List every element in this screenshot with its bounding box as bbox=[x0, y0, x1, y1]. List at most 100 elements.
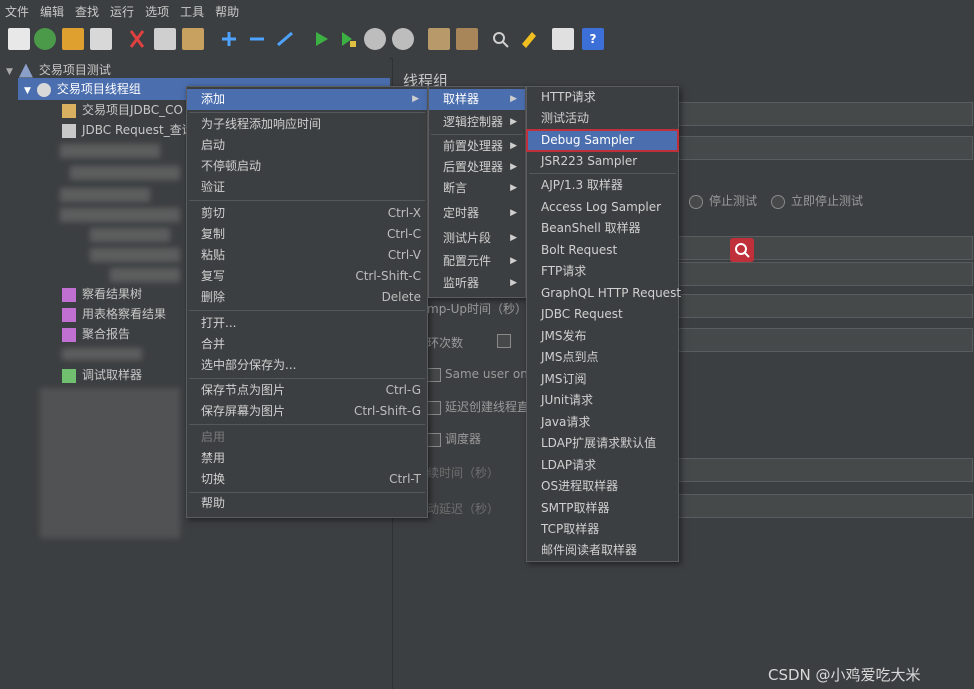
expand-icon[interactable] bbox=[218, 28, 240, 50]
toggle-icon[interactable] bbox=[274, 28, 296, 50]
comment-field[interactable] bbox=[673, 136, 973, 160]
add-submenu-item[interactable]: 配置元件 ▶ bbox=[429, 251, 525, 272]
context-menu-item[interactable]: 复制 Ctrl-C bbox=[187, 224, 427, 245]
blurred-node bbox=[90, 228, 170, 242]
field[interactable] bbox=[673, 294, 973, 318]
sampler-item[interactable]: Access Log Sampler bbox=[527, 197, 678, 218]
add-submenu-item-sampler[interactable]: 取样器 ▶ bbox=[429, 89, 525, 110]
sampler-item[interactable]: LDAP请求 bbox=[527, 455, 678, 476]
open-icon[interactable] bbox=[62, 28, 84, 50]
stop-icon[interactable] bbox=[364, 28, 386, 50]
context-menu-item[interactable]: 禁用 bbox=[187, 448, 427, 469]
clear-icon[interactable] bbox=[428, 28, 450, 50]
add-submenu-item[interactable]: 监听器 ▶ bbox=[429, 273, 525, 294]
templates-icon[interactable] bbox=[34, 28, 56, 50]
rampup-field[interactable] bbox=[673, 328, 973, 352]
sampler-item[interactable]: 测试活动 bbox=[527, 108, 678, 129]
context-menu-item[interactable]: 粘贴 Ctrl-V bbox=[187, 245, 427, 266]
tree-node-debug-sampler[interactable]: 调试取样器 bbox=[62, 365, 142, 385]
add-submenu-item[interactable]: 前置处理器 ▶ bbox=[429, 136, 525, 157]
same-user-checkbox[interactable]: Same user on e bbox=[427, 367, 539, 382]
sampler-item[interactable]: JMS订阅 bbox=[527, 369, 678, 390]
sampler-item[interactable]: 邮件阅读者取样器 bbox=[527, 540, 678, 561]
context-menu-item[interactable]: 切换 Ctrl-T bbox=[187, 469, 427, 490]
menu-search[interactable]: 查找 bbox=[70, 3, 105, 20]
context-menu-item[interactable]: 删除 Delete bbox=[187, 287, 427, 308]
scheduler-checkbox[interactable]: 调度器 bbox=[427, 430, 481, 447]
context-menu-item[interactable]: 为子线程添加响应时间 bbox=[187, 114, 427, 135]
context-menu-item[interactable]: 保存屏幕为图片 Ctrl-Shift-G bbox=[187, 401, 427, 422]
add-submenu-item[interactable]: 测试片段 ▶ bbox=[429, 228, 525, 249]
save-icon[interactable] bbox=[90, 28, 112, 50]
start-icon[interactable] bbox=[310, 28, 332, 50]
tree-node-aggregate-report[interactable]: 聚合报告 bbox=[62, 324, 130, 344]
context-menu-item[interactable]: 验证 bbox=[187, 177, 427, 198]
menu-tools[interactable]: 工具 bbox=[175, 3, 210, 20]
sampler-item[interactable]: FTP请求 bbox=[527, 261, 678, 282]
menu-edit[interactable]: 编辑 bbox=[35, 3, 70, 20]
field[interactable] bbox=[673, 262, 973, 286]
tree-node-thread-group[interactable]: ▼ 交易项目线程组 bbox=[24, 79, 141, 99]
clear-all-icon[interactable] bbox=[456, 28, 478, 50]
search-icon[interactable] bbox=[730, 238, 754, 262]
sampler-item[interactable]: OS进程取样器 bbox=[527, 476, 678, 497]
menu-options[interactable]: 选项 bbox=[140, 3, 175, 20]
stop-now-radio[interactable]: 立即停止测试 bbox=[771, 192, 863, 209]
shutdown-icon[interactable] bbox=[392, 28, 414, 50]
sampler-item[interactable]: JMS点到点 bbox=[527, 347, 678, 368]
context-menu-item[interactable]: 合并 bbox=[187, 334, 427, 355]
sampler-item-debug-sampler[interactable]: Debug Sampler bbox=[526, 129, 679, 152]
tree-node-jdbc-config[interactable]: 交易项目JDBC_CO bbox=[62, 100, 183, 120]
tree-node-test-plan[interactable]: ▼ 交易项目测试 bbox=[6, 60, 111, 80]
delay-checkbox[interactable]: 延迟创建线程直 bbox=[427, 398, 529, 415]
infinite-checkbox[interactable] bbox=[497, 333, 511, 348]
tree-node-view-results-table[interactable]: 用表格察看结果 bbox=[62, 304, 166, 324]
menu-run[interactable]: 运行 bbox=[105, 3, 140, 20]
sampler-item[interactable]: JSR223 Sampler bbox=[527, 151, 678, 172]
copy-icon[interactable] bbox=[154, 28, 176, 50]
add-submenu-item[interactable]: 定时器 ▶ bbox=[429, 203, 525, 224]
context-menu-item-add[interactable]: 添加 ▶ bbox=[187, 89, 427, 110]
sampler-item[interactable]: LDAP扩展请求默认值 bbox=[527, 433, 678, 454]
startup-delay-field[interactable] bbox=[673, 494, 973, 518]
context-menu-item-help[interactable]: 帮助 bbox=[187, 493, 427, 514]
sampler-item[interactable]: AJP/1.3 取样器 bbox=[527, 175, 678, 196]
sampler-item[interactable]: BeanShell 取样器 bbox=[527, 218, 678, 239]
threads-field[interactable] bbox=[673, 236, 973, 260]
sampler-item[interactable]: JDBC Request bbox=[527, 304, 678, 325]
new-icon[interactable] bbox=[8, 28, 30, 50]
sampler-item[interactable]: HTTP请求 bbox=[527, 87, 678, 108]
start-no-pause-icon[interactable] bbox=[336, 28, 358, 50]
stop-test-radio[interactable]: 停止测试 bbox=[689, 192, 757, 209]
paste-icon[interactable] bbox=[182, 28, 204, 50]
add-submenu-item[interactable]: 逻辑控制器 ▶ bbox=[429, 112, 525, 133]
menu-file[interactable]: 文件 bbox=[0, 3, 35, 20]
duration-field[interactable] bbox=[673, 458, 973, 482]
add-submenu-item[interactable]: 后置处理器 ▶ bbox=[429, 157, 525, 178]
context-menu-item[interactable]: 选中部分保存为... bbox=[187, 355, 427, 376]
name-field[interactable] bbox=[673, 102, 973, 126]
search-icon[interactable] bbox=[490, 28, 512, 50]
collapse-icon[interactable] bbox=[246, 28, 268, 50]
tree-node-view-results-tree[interactable]: 察看结果树 bbox=[62, 284, 142, 304]
sampler-item[interactable]: JUnit请求 bbox=[527, 390, 678, 411]
function-helper-icon[interactable] bbox=[552, 28, 574, 50]
sampler-item[interactable]: GraphQL HTTP Request bbox=[527, 283, 681, 304]
context-menu-item[interactable]: 保存节点为图片 Ctrl-G bbox=[187, 380, 427, 401]
context-menu-item[interactable]: 剪切 Ctrl-X bbox=[187, 203, 427, 224]
sampler-item[interactable]: Java请求 bbox=[527, 412, 678, 433]
context-menu-item[interactable]: 不停顿启动 bbox=[187, 156, 427, 177]
cut-icon[interactable] bbox=[126, 28, 148, 50]
context-menu-item[interactable]: 打开... bbox=[187, 313, 427, 334]
tree-node-jdbc-request[interactable]: JDBC Request_查询 bbox=[62, 120, 194, 140]
menu-help[interactable]: 帮助 bbox=[210, 3, 245, 20]
help-icon[interactable]: ? bbox=[582, 28, 604, 50]
reset-search-icon[interactable] bbox=[518, 28, 540, 50]
context-menu-item[interactable]: 复写 Ctrl-Shift-C bbox=[187, 266, 427, 287]
add-submenu-item[interactable]: 断言 ▶ bbox=[429, 178, 525, 199]
sampler-item[interactable]: Bolt Request bbox=[527, 240, 678, 261]
sampler-item[interactable]: TCP取样器 bbox=[527, 519, 678, 540]
context-menu-item[interactable]: 启动 bbox=[187, 135, 427, 156]
sampler-item[interactable]: SMTP取样器 bbox=[527, 498, 678, 519]
sampler-item[interactable]: JMS发布 bbox=[527, 326, 678, 347]
